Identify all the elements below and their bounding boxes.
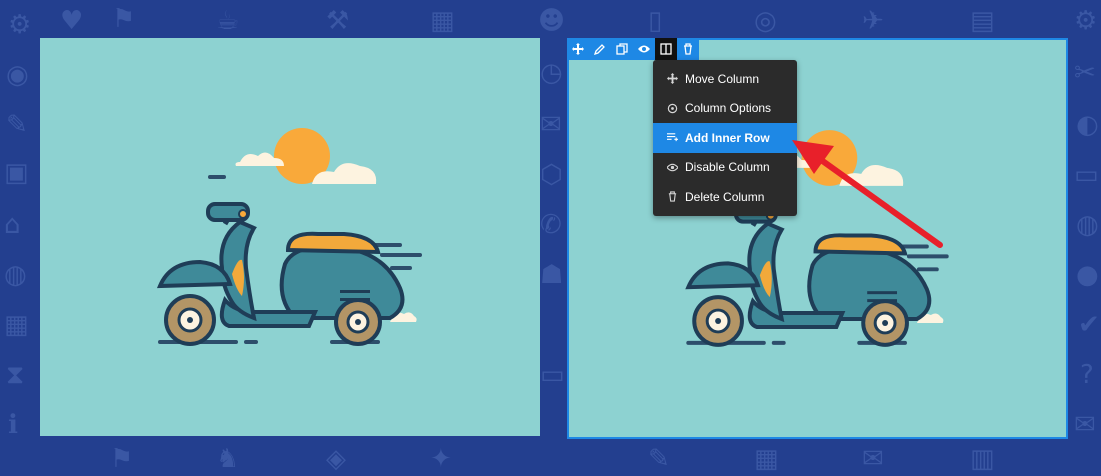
pattern-glyph-icon: ▦ (4, 310, 29, 340)
pattern-glyph-icon: ✉ (540, 110, 562, 140)
move-icon (665, 72, 679, 86)
pattern-glyph-icon: ◍ (4, 260, 27, 290)
pattern-glyph-icon: ⚑ (112, 4, 136, 34)
pattern-glyph-icon: ◎ (754, 6, 777, 36)
menu-item-label: Move Column (685, 71, 760, 86)
pattern-glyph-icon: ▭ (540, 360, 565, 390)
pattern-glyph-icon: ⚑ (110, 444, 134, 474)
pattern-glyph-icon: ◐ (1076, 110, 1099, 140)
pattern-glyph-icon: ▣ (4, 158, 29, 188)
eye-icon (638, 45, 650, 53)
column-context-menu: Move Column Column Options Add Inner Row… (653, 60, 797, 216)
menu-item-add-inner-row[interactable]: Add Inner Row (653, 123, 797, 153)
pattern-glyph-icon: ☻ (538, 6, 566, 36)
add-row-icon (665, 131, 679, 145)
pattern-glyph-icon: ✎ (6, 110, 28, 140)
pattern-glyph-icon: ● (1076, 260, 1099, 290)
menu-item-label: Delete Column (685, 189, 765, 204)
duplicate-icon (616, 43, 628, 55)
pattern-glyph-icon: ✉ (1074, 410, 1096, 440)
pattern-glyph-icon: ▯ (648, 6, 663, 36)
pattern-glyph-icon: ✦ (430, 444, 452, 474)
pattern-glyph-icon: ▦ (754, 444, 779, 474)
pattern-glyph-icon: ✉ (862, 444, 884, 474)
menu-item-label: Disable Column (685, 160, 770, 175)
pattern-glyph-icon: ✎ (648, 444, 670, 474)
pattern-glyph-icon: ℹ (8, 410, 18, 440)
menu-item-disable-column[interactable]: Disable Column (653, 153, 797, 183)
columns-button[interactable] (655, 38, 677, 60)
trash-icon (684, 43, 692, 55)
pattern-glyph-icon: ▥ (970, 444, 995, 474)
scooter-illustration (40, 38, 540, 436)
column-toolbar (567, 38, 699, 60)
duplicate-button[interactable] (611, 38, 633, 60)
pattern-glyph-icon: ⚒ (326, 6, 350, 36)
pattern-glyph-icon: ♞ (216, 444, 240, 474)
visibility-button[interactable] (633, 38, 655, 60)
columns-icon (660, 43, 672, 55)
menu-item-label: Add Inner Row (685, 130, 770, 145)
edit-button[interactable] (589, 38, 611, 60)
pattern-glyph-icon: ☗ (540, 260, 564, 290)
annotation-arrow-icon (792, 140, 943, 248)
menu-item-delete-column[interactable]: Delete Column (653, 182, 797, 212)
image-column-left[interactable] (40, 38, 540, 436)
move-icon (572, 43, 584, 55)
pattern-glyph-icon: ✈ (862, 6, 884, 36)
menu-item-label: Column Options (685, 101, 772, 116)
pattern-glyph-icon: ✔ (1078, 310, 1100, 340)
pattern-glyph-icon: ⧗ (6, 360, 25, 390)
trash-icon (665, 190, 679, 204)
pattern-glyph-icon: ▤ (970, 6, 995, 36)
pattern-glyph-icon: ◷ (540, 58, 563, 88)
pattern-glyph-icon: ▭ (1074, 160, 1099, 190)
menu-item-move-column[interactable]: Move Column (653, 64, 797, 94)
menu-item-column-options[interactable]: Column Options (653, 94, 797, 124)
move-button[interactable] (567, 38, 589, 60)
pattern-glyph-icon: ▦ (430, 6, 455, 36)
delete-button[interactable] (677, 38, 699, 60)
pattern-glyph-icon: ◍ (1076, 210, 1099, 240)
pattern-glyph-icon: ☕ (216, 6, 240, 36)
pattern-glyph-icon: ⚙ (8, 10, 32, 40)
pattern-glyph-icon: ? (1080, 360, 1094, 390)
pattern-glyph-icon: ⚙ (1074, 6, 1098, 36)
pattern-glyph-icon: ◈ (326, 444, 346, 474)
pattern-glyph-icon: ♥ (60, 6, 84, 36)
pattern-glyph-icon: ⌂ (4, 210, 21, 240)
pattern-glyph-icon: ◉ (6, 60, 29, 90)
pattern-glyph-icon: ✆ (540, 210, 562, 240)
pencil-icon (594, 44, 605, 55)
eye-icon (665, 160, 679, 174)
pattern-glyph-icon: ✂ (1074, 58, 1096, 88)
pattern-glyph-icon: ⬡ (540, 160, 563, 190)
gear-icon (665, 101, 679, 115)
